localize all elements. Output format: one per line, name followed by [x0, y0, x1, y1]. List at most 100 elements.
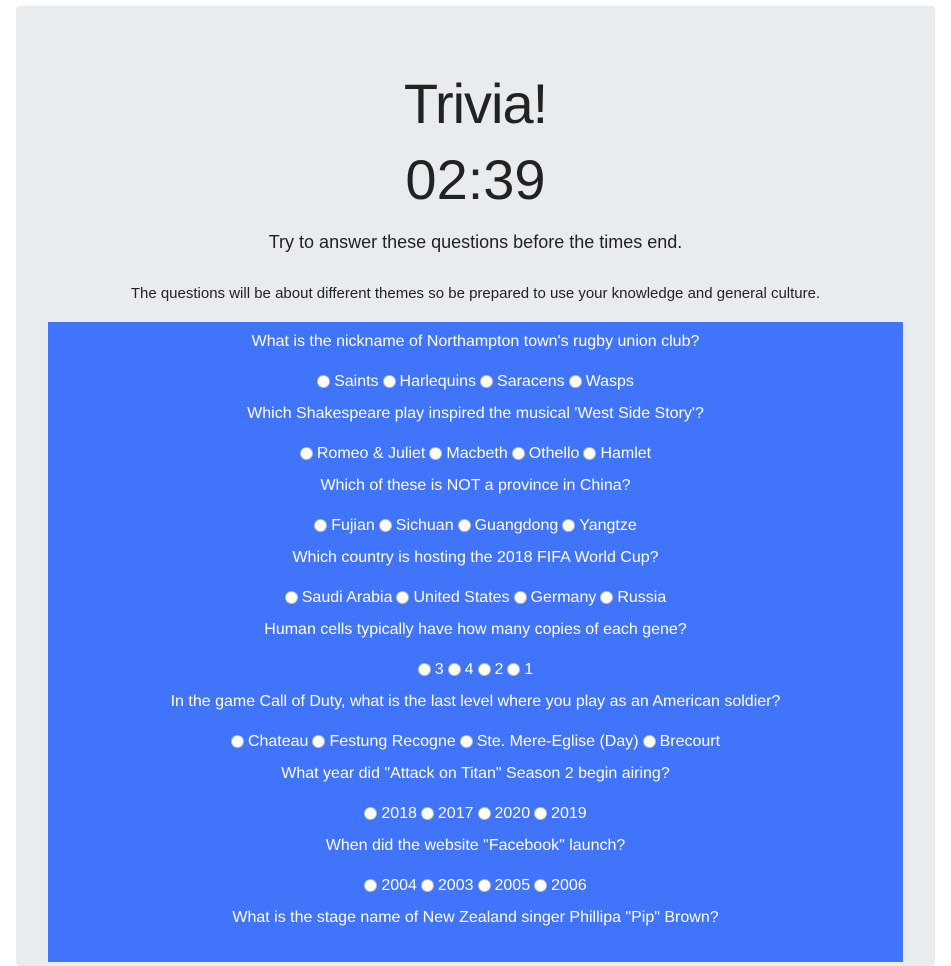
- answer-option[interactable]: Hamlet: [583, 444, 651, 464]
- radio-button[interactable]: [299, 447, 313, 460]
- answer-label: Festung Recogne: [329, 733, 456, 750]
- answer-option[interactable]: Brecourt: [642, 732, 721, 752]
- answer-option[interactable]: Wasps: [568, 372, 634, 392]
- answer-option[interactable]: United States: [396, 588, 510, 608]
- answer-option[interactable]: Saints: [317, 372, 379, 392]
- radio-button[interactable]: [312, 735, 326, 748]
- quiz-panel: What is the nickname of Northampton town…: [48, 322, 903, 962]
- answer-label: Germany: [530, 589, 597, 606]
- answer-option[interactable]: Russia: [600, 588, 666, 608]
- answer-options: 2004 2003 2005 2006: [48, 876, 903, 896]
- answer-label: Hamlet: [600, 445, 652, 462]
- answer-option[interactable]: Saudi Arabia: [284, 588, 392, 608]
- answer-option[interactable]: 2004: [364, 876, 417, 896]
- answer-option[interactable]: Saracens: [480, 372, 565, 392]
- radio-button[interactable]: [477, 663, 491, 676]
- answer-label: Macbeth: [446, 445, 508, 462]
- answer-option[interactable]: 2: [477, 660, 504, 680]
- answer-option[interactable]: Ste. Mere-Eglise (Day): [459, 732, 639, 752]
- answer-label: Brecourt: [659, 733, 721, 750]
- answer-label: 1: [524, 661, 534, 678]
- answer-option[interactable]: Guangdong: [457, 516, 558, 536]
- answer-label: Wasps: [585, 373, 634, 390]
- answer-options: Romeo & Juliet Macbeth Othello Hamlet: [48, 444, 903, 464]
- answer-option[interactable]: Germany: [513, 588, 597, 608]
- question-text: What is the stage name of New Zealand si…: [232, 909, 719, 926]
- countdown-timer: 02:39: [405, 148, 546, 211]
- answer-label: Othello: [528, 445, 580, 462]
- answer-label: Yangtze: [579, 517, 637, 534]
- radio-button[interactable]: [477, 807, 491, 820]
- radio-button[interactable]: [284, 591, 298, 604]
- radio-button[interactable]: [230, 735, 244, 748]
- answer-option[interactable]: 2019: [534, 804, 587, 824]
- answer-option[interactable]: 2017: [420, 804, 474, 824]
- radio-button[interactable]: [417, 663, 431, 676]
- radio-button[interactable]: [447, 663, 461, 676]
- radio-button[interactable]: [314, 519, 328, 532]
- answer-label: 3: [434, 661, 444, 678]
- question-text: In the game Call of Duty, what is the la…: [170, 693, 781, 710]
- answer-options: 2018 2017 2020 2019: [48, 804, 903, 824]
- answer-label: Sichuan: [395, 517, 454, 534]
- answer-option[interactable]: Chateau: [230, 732, 309, 752]
- answer-label: 2006: [551, 877, 587, 894]
- radio-button[interactable]: [429, 447, 443, 460]
- answer-option[interactable]: 2005: [477, 876, 531, 896]
- radio-button[interactable]: [568, 375, 582, 388]
- answer-label: 4: [464, 661, 474, 678]
- radio-button[interactable]: [513, 591, 527, 604]
- answer-options: 3 4 2 1: [48, 660, 903, 680]
- answer-option[interactable]: Festung Recogne: [312, 732, 456, 752]
- radio-button[interactable]: [317, 375, 331, 388]
- radio-button[interactable]: [534, 879, 548, 892]
- radio-button[interactable]: [600, 591, 614, 604]
- answer-option[interactable]: Sichuan: [378, 516, 454, 536]
- radio-button[interactable]: [420, 879, 434, 892]
- radio-button[interactable]: [507, 663, 521, 676]
- answer-option[interactable]: Romeo & Juliet: [299, 444, 426, 464]
- question-text: Which of these is NOT a province in Chin…: [320, 477, 631, 494]
- answer-label: 2020: [494, 805, 531, 822]
- radio-button[interactable]: [583, 447, 597, 460]
- answer-option[interactable]: 2006: [534, 876, 587, 896]
- lead-text: Try to answer these questions before the…: [268, 232, 683, 252]
- answer-option[interactable]: Fujian: [314, 516, 375, 536]
- answer-label: 2005: [494, 877, 531, 894]
- radio-button[interactable]: [642, 735, 656, 748]
- answer-option[interactable]: Harlequins: [382, 372, 476, 392]
- answer-label: 2003: [437, 877, 474, 894]
- radio-button[interactable]: [420, 807, 434, 820]
- radio-button[interactable]: [457, 519, 471, 532]
- answer-label: 2: [494, 661, 504, 678]
- radio-button[interactable]: [534, 807, 548, 820]
- radio-button[interactable]: [364, 879, 378, 892]
- answer-option[interactable]: 1: [507, 660, 533, 680]
- answer-options: Saudi Arabia United States Germany Russia: [48, 588, 903, 608]
- radio-button[interactable]: [562, 519, 576, 532]
- radio-button[interactable]: [396, 591, 410, 604]
- radio-button[interactable]: [459, 735, 473, 748]
- answer-option[interactable]: 2003: [420, 876, 474, 896]
- radio-button[interactable]: [511, 447, 525, 460]
- radio-button[interactable]: [378, 519, 392, 532]
- answer-label: Romeo & Juliet: [316, 445, 426, 462]
- question-text: What is the nickname of Northampton town…: [251, 333, 700, 350]
- answer-option[interactable]: Othello: [511, 444, 580, 464]
- answer-option[interactable]: Yangtze: [562, 516, 637, 536]
- answer-option[interactable]: 3: [417, 660, 444, 680]
- radio-button[interactable]: [480, 375, 494, 388]
- question-text: Human cells typically have how many copi…: [264, 621, 687, 638]
- radio-button[interactable]: [477, 879, 491, 892]
- radio-button[interactable]: [382, 375, 396, 388]
- answer-label: Saints: [334, 373, 379, 390]
- answer-options: Chateau Festung Recogne Ste. Mere-Eglise (…: [48, 732, 903, 752]
- answer-option[interactable]: 4: [447, 660, 474, 680]
- answer-option[interactable]: 2018: [364, 804, 417, 824]
- question-text: What year did "Attack on Titan" Season 2…: [281, 765, 670, 782]
- answer-option[interactable]: 2020: [477, 804, 531, 824]
- answer-option[interactable]: Macbeth: [429, 444, 508, 464]
- radio-button[interactable]: [364, 807, 378, 820]
- question-text: Which Shakespeare play inspired the musi…: [247, 405, 704, 422]
- answer-label: Chateau: [247, 733, 309, 750]
